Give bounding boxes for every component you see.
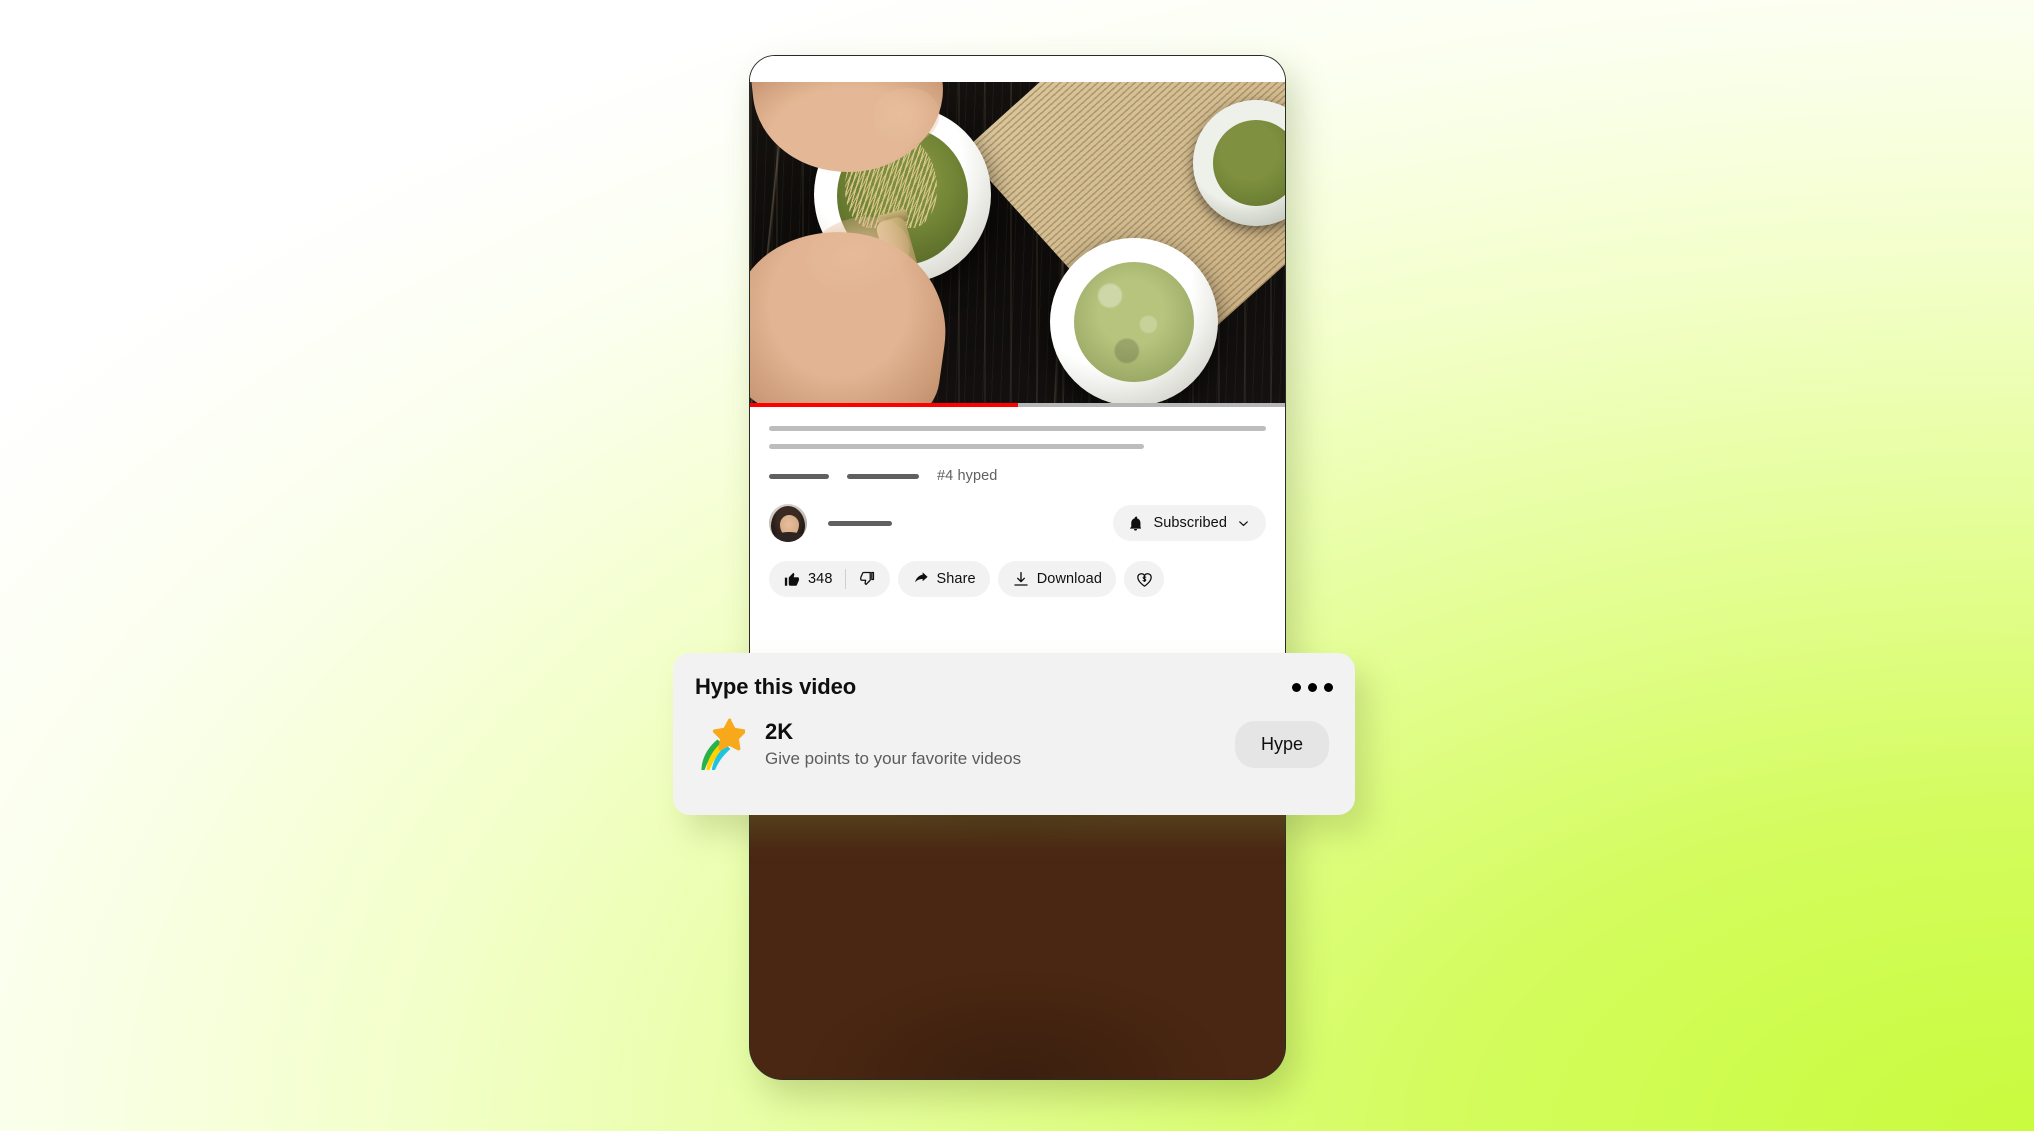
hype-card-header: Hype this video xyxy=(695,674,1333,700)
date-skeleton xyxy=(847,473,919,479)
avatar[interactable] xyxy=(769,504,807,542)
kebab-dot-1 xyxy=(1292,682,1301,692)
hype-button[interactable]: Hype xyxy=(1234,720,1329,768)
hype-points-amount: 2K xyxy=(765,718,794,744)
heart-dollar-icon xyxy=(1136,572,1152,587)
hype-card-title: Hype this video xyxy=(695,674,857,699)
hype-card: Hype this video 2K Give points to your f… xyxy=(673,653,1355,815)
kebab-dot-2 xyxy=(1308,682,1317,692)
share-arrow-icon xyxy=(914,572,928,583)
thumbs-down-icon xyxy=(859,571,874,586)
dislike-button[interactable] xyxy=(858,570,890,588)
phone-screen: #4 hyped Subscribed 348 Share Download xyxy=(750,56,1285,1079)
video-thumbnail-matcha xyxy=(750,82,1285,407)
title-skeleton-line-1 xyxy=(769,426,1266,431)
app-top-strip xyxy=(750,56,1285,82)
matcha-powder-bowl xyxy=(1050,238,1218,406)
chevron-down-icon xyxy=(1239,520,1248,526)
thanks-button[interactable] xyxy=(1124,561,1164,597)
like-dislike-group: 348 xyxy=(769,561,890,597)
video-player[interactable] xyxy=(750,82,1285,407)
more-horizontal-icon[interactable] xyxy=(1292,674,1333,700)
hype-card-body: 2K Give points to your favorite videos H… xyxy=(695,718,1333,770)
share-label: Share xyxy=(936,571,976,587)
like-count: 348 xyxy=(808,571,833,587)
subscribed-button[interactable]: Subscribed xyxy=(1113,505,1266,541)
kebab-dot-3 xyxy=(1324,682,1333,692)
title-skeleton-line-2 xyxy=(769,444,1145,449)
video-progress-fill xyxy=(750,403,1018,407)
hype-text-block: 2K Give points to your favorite videos xyxy=(765,719,1021,769)
phone-mockup: #4 hyped Subscribed 348 Share Download xyxy=(749,55,1286,1080)
download-icon xyxy=(1014,571,1028,586)
like-dislike-divider xyxy=(844,569,846,589)
video-stats-row: #4 hyped xyxy=(769,468,1266,484)
download-button[interactable]: Download xyxy=(997,561,1116,597)
action-bar: 348 Share Download xyxy=(750,561,1285,611)
download-label: Download xyxy=(1036,571,1102,587)
hyped-rank-badge: #4 hyped xyxy=(937,468,998,484)
share-button[interactable]: Share xyxy=(897,561,990,597)
channel-row: Subscribed xyxy=(769,504,1266,542)
channel-name-skeleton xyxy=(828,520,892,526)
video-info-section: #4 hyped Subscribed xyxy=(750,407,1285,542)
bell-icon xyxy=(1130,516,1142,531)
hype-subtitle: Give points to your favorite videos xyxy=(765,749,1022,769)
subscribed-label: Subscribed xyxy=(1153,515,1227,531)
shooting-star-icon xyxy=(701,718,745,770)
avatar-shoulder xyxy=(773,532,805,542)
like-button[interactable]: 348 xyxy=(783,570,833,588)
views-skeleton xyxy=(769,473,829,479)
video-progress-bar[interactable] xyxy=(750,403,1285,407)
thumbs-up-icon xyxy=(784,572,799,586)
